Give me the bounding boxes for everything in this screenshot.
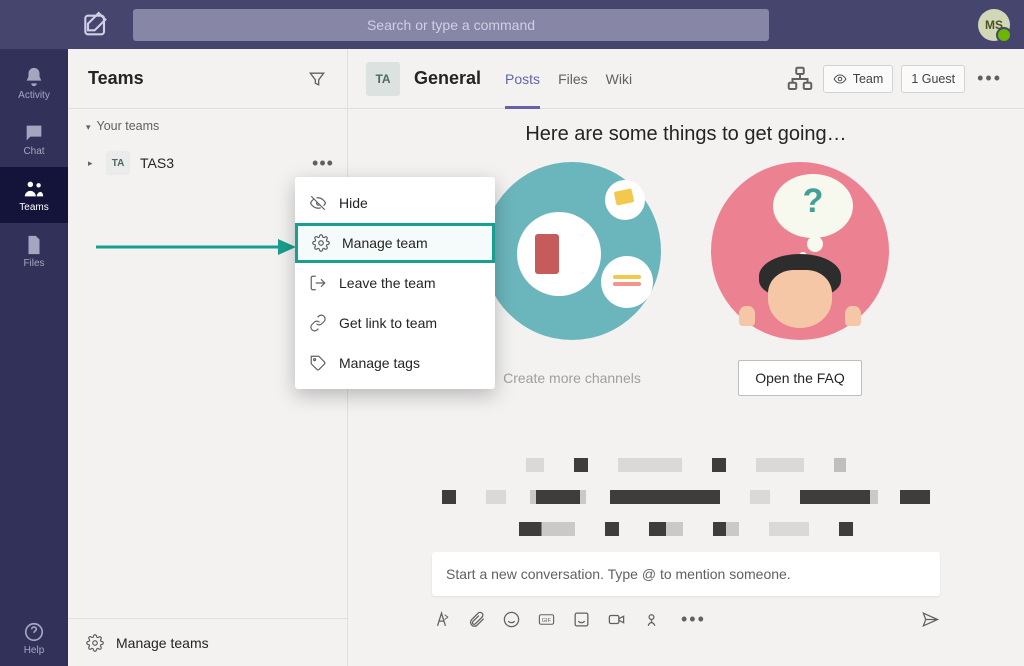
channel-header: TA General Posts Files Wiki Team 1 Guest… <box>348 49 1024 109</box>
ctx-leave-team[interactable]: Leave the team <box>295 263 495 303</box>
illustration-faq <box>711 162 889 340</box>
format-icon[interactable] <box>432 610 451 629</box>
send-icon[interactable] <box>921 610 940 629</box>
rail-help[interactable]: Help <box>0 610 68 666</box>
guest-pill[interactable]: 1 Guest <box>901 65 965 93</box>
search-placeholder: Search or type a command <box>367 17 535 33</box>
channel-title: General <box>414 68 481 89</box>
filter-icon[interactable] <box>307 69 327 89</box>
tab-files[interactable]: Files <box>558 49 588 109</box>
visibility-pill[interactable]: Team <box>823 65 894 93</box>
meet-icon[interactable] <box>607 610 626 629</box>
open-faq-button[interactable]: Open the FAQ <box>738 360 862 396</box>
ctx-manage-team[interactable]: Manage team <box>295 223 495 263</box>
redacted-text <box>368 458 1004 536</box>
caret-down-icon: ▾ <box>86 122 91 133</box>
channel-tabs: Posts Files Wiki <box>505 49 632 109</box>
tile-faq: Open the FAQ <box>711 162 889 396</box>
gif-icon[interactable]: GIF <box>537 610 556 629</box>
rail-activity[interactable]: Activity <box>0 55 68 111</box>
search-input[interactable]: Search or type a command <box>133 9 769 41</box>
team-context-menu: Hide Manage team Leave the team Get link… <box>295 177 495 389</box>
manage-teams-link[interactable]: Manage teams <box>68 618 347 666</box>
ctx-get-link[interactable]: Get link to team <box>295 303 495 343</box>
stream-icon[interactable] <box>642 610 661 629</box>
title-bar: Search or type a command MS <box>0 0 1024 49</box>
tab-posts[interactable]: Posts <box>505 49 540 109</box>
attach-icon[interactable] <box>467 610 486 629</box>
rail-files[interactable]: Files <box>0 223 68 279</box>
caret-right-icon: ▸ <box>88 158 96 169</box>
org-icon[interactable] <box>785 64 815 94</box>
sticker-icon[interactable] <box>572 610 591 629</box>
avatar[interactable]: MS <box>978 9 1010 41</box>
composer-input[interactable]: Start a new conversation. Type @ to ment… <box>432 552 940 596</box>
avatar-initials: MS <box>985 18 1003 32</box>
sidebar-title: Teams <box>88 68 307 89</box>
ctx-manage-tags[interactable]: Manage tags <box>295 343 495 383</box>
tab-wiki[interactable]: Wiki <box>606 49 632 109</box>
ctx-hide[interactable]: Hide <box>295 183 495 223</box>
channel-badge: TA <box>366 62 400 96</box>
team-name: TAS3 <box>140 155 299 171</box>
tile-channels: Create more channels <box>483 162 661 396</box>
toolbar-more-icon[interactable]: ••• <box>677 609 710 630</box>
compose-icon[interactable] <box>80 9 112 41</box>
team-more-button[interactable]: ••• <box>309 149 337 177</box>
annotation-arrow <box>96 235 296 259</box>
rail-chat[interactable]: Chat <box>0 111 68 167</box>
composer-placeholder: Start a new conversation. Type @ to ment… <box>446 566 791 582</box>
illustration-channels <box>483 162 661 340</box>
rail-teams[interactable]: Teams <box>0 167 68 223</box>
group-your-teams[interactable]: ▾ Your teams <box>68 109 347 143</box>
team-badge: TA <box>106 151 130 175</box>
create-channels-button[interactable]: Create more channels <box>486 360 658 396</box>
channel-more-button[interactable]: ••• <box>973 68 1006 89</box>
emoji-icon[interactable] <box>502 610 521 629</box>
svg-text:GIF: GIF <box>542 617 552 623</box>
composer-toolbar: GIF ••• <box>432 598 940 640</box>
teams-sidebar: Teams ▾ Your teams ▸ TA TAS3 ••• Hide <box>68 49 348 666</box>
hero-heading: Here are some things to get going… <box>368 123 1004 146</box>
app-rail: Activity Chat Teams Files Help <box>0 49 68 666</box>
